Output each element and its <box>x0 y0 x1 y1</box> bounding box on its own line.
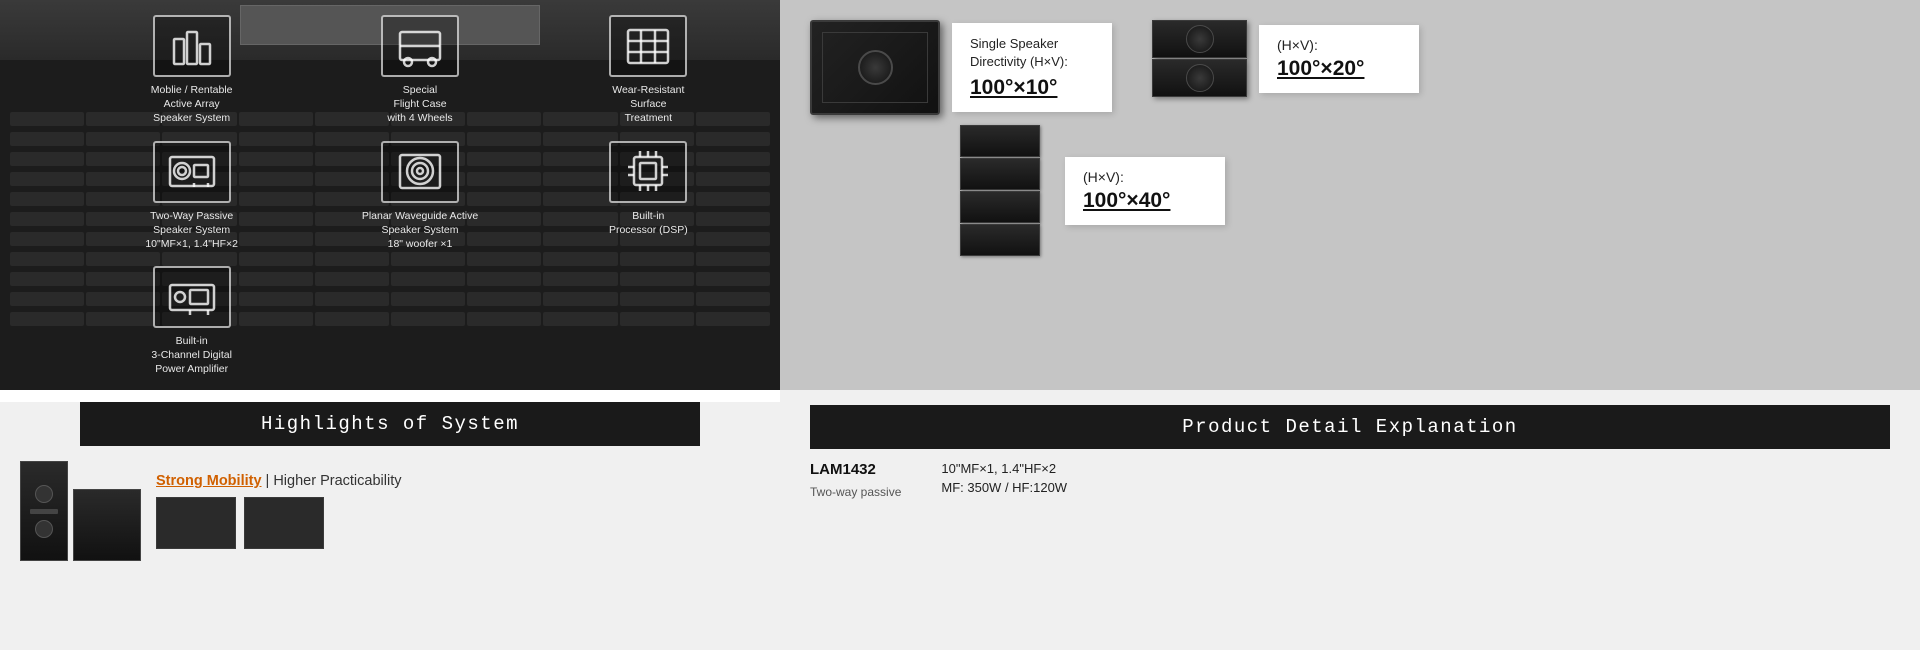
product-detail-title: Product Detail Explanation <box>1182 416 1517 438</box>
highlights-content: Strong Mobility | Higher Practicability <box>0 461 780 561</box>
speaker-woofer-circle <box>35 485 53 503</box>
model-type: Two-way passive <box>810 485 901 499</box>
two-speaker-hv-label: (H×V): <box>1277 37 1401 53</box>
feature-flight-case: Special Flight Case with 4 Wheels <box>308 15 531 126</box>
four-speaker-stack-image <box>960 125 1040 256</box>
flight-case-label: Special Flight Case with 4 Wheels <box>387 83 452 126</box>
four-speaker-hv-label: (H×V): <box>1083 169 1207 185</box>
wear-resistant-icon <box>609 15 687 77</box>
highlights-title: Highlights of System <box>261 413 519 435</box>
main-layout: Moblie / Rentable Active Array Speaker S… <box>0 0 1920 650</box>
two-way-label: Two-Way Passive Speaker System 10"MF×1, … <box>145 209 238 252</box>
feature-mobile-array: Moblie / Rentable Active Array Speaker S… <box>80 15 303 126</box>
two-speaker-stack-image <box>1152 20 1247 97</box>
speaker-unit-top <box>960 125 1040 157</box>
flight-case-icon <box>381 15 459 77</box>
speaker-unit-2 <box>960 158 1040 190</box>
spec-value-2: MF: 350W / HF:120W <box>941 480 1067 495</box>
four-speaker-info-card: (H×V): 100°×40° <box>1065 157 1225 225</box>
mobile-array-icon <box>153 15 231 77</box>
feature-two-way: Two-Way Passive Speaker System 10"MF×1, … <box>80 141 303 252</box>
amplifier-label: Built-in 3-Channel Digital Power Amplifi… <box>151 334 232 377</box>
speaker-unit-2 <box>1152 59 1247 97</box>
speaker-visual <box>20 461 141 561</box>
dsp-icon <box>609 141 687 203</box>
spec-table: LAM1432 Two-way passive 10"MF×1, 1.4"HF×… <box>810 461 1890 502</box>
tall-speaker-image <box>20 461 68 561</box>
speaker-cone-icon <box>1186 25 1214 53</box>
feature-amplifier: Built-in 3-Channel Digital Power Amplifi… <box>151 266 232 377</box>
seat <box>10 192 84 206</box>
wide-speaker-image <box>73 489 141 561</box>
mobile-array-label: Moblie / Rentable Active Array Speaker S… <box>151 83 233 126</box>
product-detail-banner: Product Detail Explanation <box>810 405 1890 449</box>
mobility-headline: Strong Mobility | Higher Practicability <box>156 473 760 489</box>
seat <box>10 312 84 326</box>
speaker-unit-1 <box>1152 20 1247 58</box>
left-column: Moblie / Rentable Active Array Speaker S… <box>0 0 780 650</box>
wear-resistant-label: Wear-Resistant Surface Treatment <box>612 83 684 126</box>
speaker-unit-4 <box>960 224 1040 256</box>
single-speaker-title: Single Speaker Directivity (H×V): <box>970 35 1094 71</box>
seat <box>10 272 84 286</box>
dsp-label: Built-in Processor (DSP) <box>609 209 688 237</box>
two-speaker-dir: (H×V): 100°×20° <box>1152 20 1419 97</box>
bottom-speaker-1 <box>156 497 236 549</box>
speaker-cone-icon <box>858 50 893 85</box>
planar-label: Planar Waveguide Active Speaker System 1… <box>362 209 478 252</box>
seat <box>10 112 84 126</box>
speaker-bar <box>30 509 58 514</box>
planar-icon <box>381 141 459 203</box>
speaker-unit-3 <box>960 191 1040 223</box>
feature-planar: Planar Waveguide Active Speaker System 1… <box>308 141 531 252</box>
single-speaker-angle: 100°×10° <box>970 76 1094 100</box>
two-way-icon <box>153 141 231 203</box>
seat <box>10 292 84 306</box>
spec-values-col: 10"MF×1, 1.4"HF×2 MF: 350W / HF:120W <box>941 461 1067 502</box>
seat <box>10 132 84 146</box>
higher-practicability-text: | Higher Practicability <box>262 473 402 489</box>
bottom-speaker-row <box>156 497 760 549</box>
amplifier-icon <box>153 266 231 328</box>
feature-dsp: Built-in Processor (DSP) <box>537 141 760 252</box>
directivity-section: Single Speaker Directivity (H×V): 100°×1… <box>780 0 1920 390</box>
speaker-cone-icon <box>1186 64 1214 92</box>
highlights-banner: Highlights of System <box>80 402 700 446</box>
single-speaker-image <box>810 20 940 115</box>
spec-model-col: LAM1432 Two-way passive <box>810 461 901 502</box>
bottom-speaker-2 <box>244 497 324 549</box>
feature-wear-resistant: Wear-Resistant Surface Treatment <box>537 15 760 126</box>
single-speaker-dir: Single Speaker Directivity (H×V): 100°×1… <box>810 20 1112 115</box>
two-speaker-angle: 100°×20° <box>1277 57 1401 81</box>
seat <box>10 212 84 226</box>
seat <box>10 172 84 186</box>
seat <box>10 252 84 266</box>
spec-value-1: 10"MF×1, 1.4"HF×2 <box>941 461 1067 476</box>
right-column: Single Speaker Directivity (H×V): 100°×1… <box>780 0 1920 650</box>
highlights-section: Highlights of System Strong Mobility | H… <box>0 402 780 650</box>
two-speaker-info-card: (H×V): 100°×20° <box>1259 25 1419 93</box>
seat <box>10 232 84 246</box>
product-detail-section: Product Detail Explanation LAM1432 Two-w… <box>780 390 1920 650</box>
model-name: LAM1432 <box>810 461 901 478</box>
single-speaker-info-card: Single Speaker Directivity (H×V): 100°×1… <box>952 23 1112 112</box>
four-speaker-angle: 100°×40° <box>1083 189 1207 213</box>
speaker-tweeter-circle <box>35 520 53 538</box>
mobility-area: Strong Mobility | Higher Practicability <box>156 473 760 549</box>
seat <box>10 152 84 166</box>
features-grid: Moblie / Rentable Active Array Speaker S… <box>80 15 760 377</box>
dark-section: Moblie / Rentable Active Array Speaker S… <box>0 0 780 390</box>
strong-mobility-text: Strong Mobility <box>156 473 262 489</box>
